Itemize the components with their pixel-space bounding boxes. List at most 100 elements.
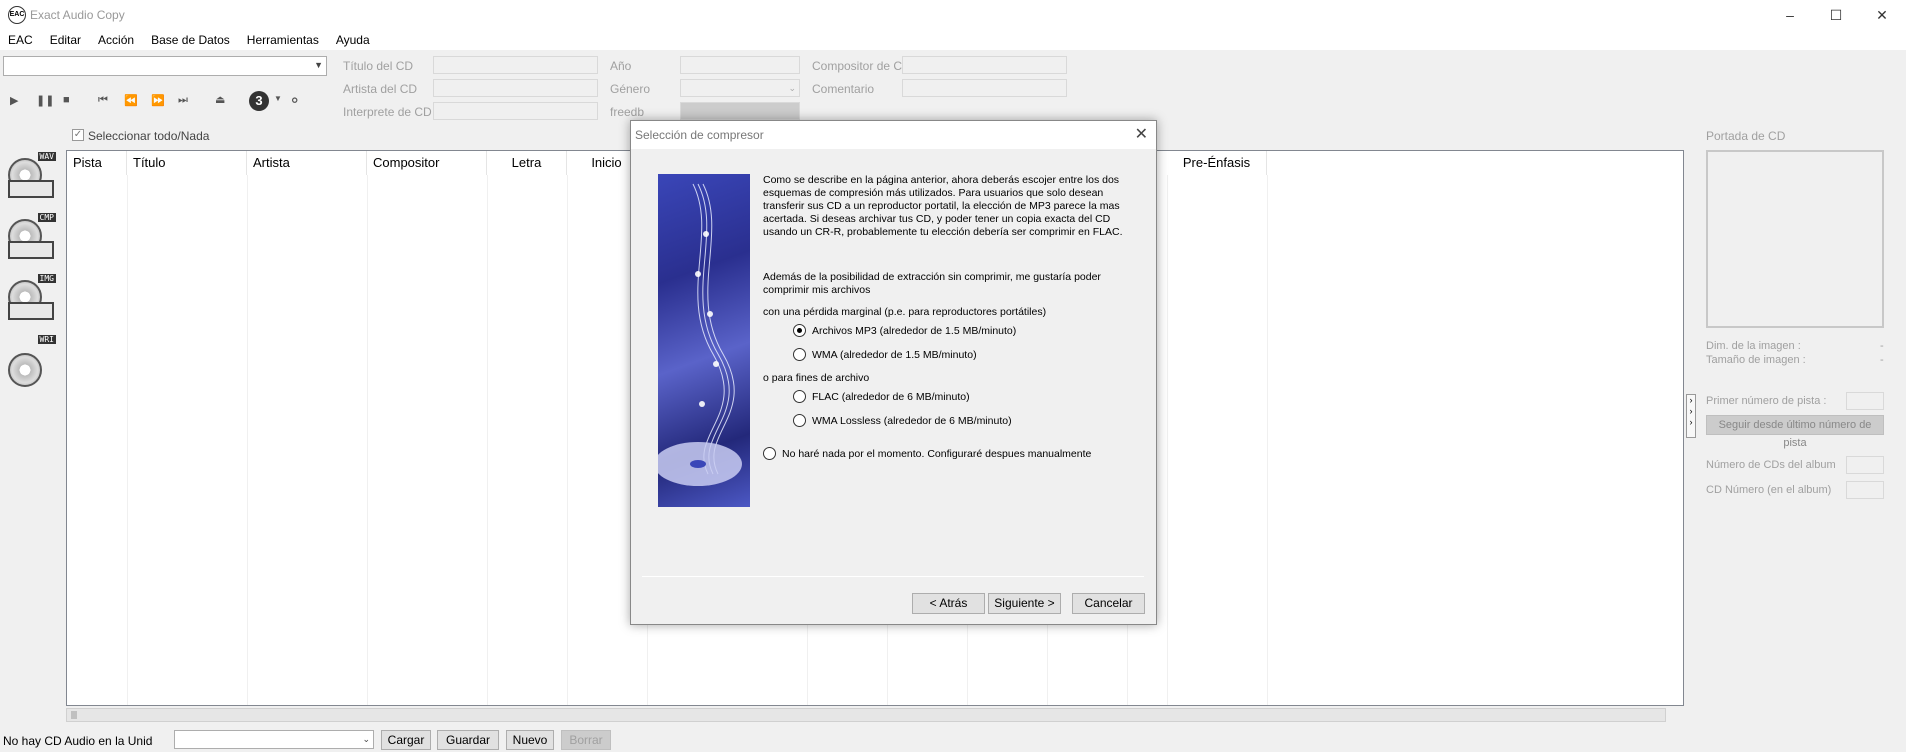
archive-heading: o para fines de archivo xyxy=(763,372,870,384)
radio-mp3[interactable] xyxy=(793,324,806,337)
radio-wma-lossless[interactable] xyxy=(793,414,806,427)
status-text: No hay CD Audio en la Unida xyxy=(3,734,153,748)
first-track-icon[interactable]: ⏮ xyxy=(98,94,108,107)
app-logo-icon: EAC xyxy=(8,6,26,24)
guardar-button[interactable]: Guardar xyxy=(437,730,499,750)
drive-icon xyxy=(8,302,54,320)
comentario-label: Comentario xyxy=(812,82,875,96)
column-divider xyxy=(367,175,368,705)
option-wma[interactable]: WMA (alrededor de 1.5 MB/minuto) xyxy=(793,348,977,361)
col-compositor[interactable]: Compositor xyxy=(367,151,487,175)
pause-icon[interactable]: ❚❚ xyxy=(36,94,54,107)
forward-icon[interactable]: ⏩ xyxy=(151,94,165,107)
column-divider xyxy=(1267,175,1268,705)
num-cds-label: Número de CDs del album xyxy=(1706,459,1836,471)
titulo-field[interactable] xyxy=(433,56,598,74)
num-cds-field[interactable] xyxy=(1846,456,1884,474)
option-flac[interactable]: FLAC (alrededor de 6 MB/minuto) xyxy=(793,390,970,403)
menu-ayuda[interactable]: Ayuda xyxy=(336,33,370,47)
borrar-button[interactable]: Borrar xyxy=(561,730,611,750)
col-pista[interactable]: Pista xyxy=(67,151,127,175)
disc-number-badge[interactable]: 3 xyxy=(249,91,269,111)
panel-toggle-button[interactable]: › › › xyxy=(1686,394,1696,438)
wav-tag: WAV xyxy=(37,152,56,161)
col-pre-enfasis[interactable]: Pre-Énfasis xyxy=(1167,151,1267,175)
write-cd-icon[interactable]: WRI xyxy=(6,335,56,387)
next-button[interactable]: Siguiente > xyxy=(988,593,1061,614)
select-all-checkbox[interactable]: ✓ xyxy=(72,129,84,141)
cd-numero-field[interactable] xyxy=(1846,481,1884,499)
option-wma-label: WMA (alrededor de 1.5 MB/minuto) xyxy=(812,348,977,361)
menu-editar[interactable]: Editar xyxy=(50,33,81,47)
compositor-field[interactable] xyxy=(902,56,1067,74)
extract-compressed-icon[interactable]: CMP xyxy=(6,213,56,265)
cancel-button[interactable]: Cancelar xyxy=(1072,593,1145,614)
last-track-icon[interactable]: ⏭ xyxy=(178,94,188,107)
rewind-icon[interactable]: ⏪ xyxy=(124,94,138,107)
option-wma-lossless[interactable]: WMA Lossless (alrededor de 6 MB/minuto) xyxy=(793,414,1012,427)
freedb-select[interactable] xyxy=(680,102,800,120)
drive-select[interactable]: ▼ xyxy=(3,56,327,76)
column-divider xyxy=(247,175,248,705)
drive-icon xyxy=(8,241,54,259)
tam-imagen-label: Tamaño de imagen : xyxy=(1706,354,1806,366)
option-none[interactable]: No haré nada por el momento. Configuraré… xyxy=(763,447,1091,460)
column-divider xyxy=(1167,175,1168,705)
play-icon[interactable]: ▶ xyxy=(10,94,18,107)
primer-numero-field[interactable] xyxy=(1846,392,1884,410)
option-mp3[interactable]: Archivos MP3 (alrededor de 1.5 MB/minuto… xyxy=(793,324,1016,337)
nuevo-button[interactable]: Nuevo xyxy=(506,730,554,750)
cover-image-box[interactable] xyxy=(1706,150,1884,328)
minimize-button[interactable]: – xyxy=(1767,0,1813,30)
img-tag: IMG xyxy=(37,274,56,283)
extract-wav-icon[interactable]: WAV xyxy=(6,152,56,204)
freedb-label: freedb xyxy=(610,105,645,119)
seguir-ultimo-numero-button[interactable]: Seguir desde último número de pista xyxy=(1706,415,1884,449)
chevron-down-icon: ⌄ xyxy=(788,83,796,93)
dim-imagen-value: - xyxy=(1880,340,1884,352)
radio-wma[interactable] xyxy=(793,348,806,361)
artista-field[interactable] xyxy=(433,79,598,97)
title-bar: EAC Exact Audio Copy – ☐ ✕ xyxy=(0,0,1906,30)
col-letra[interactable]: Letra xyxy=(487,151,567,175)
col-titulo[interactable]: Título xyxy=(127,151,247,175)
menu-accion[interactable]: Acción xyxy=(98,33,134,47)
maximize-button[interactable]: ☐ xyxy=(1813,0,1859,30)
eject-icon[interactable]: ⏏ xyxy=(215,93,225,106)
titulo-label: Título del CD xyxy=(343,59,414,73)
dialog-also-text: Además de la posibilidad de extracción s… xyxy=(763,271,1101,296)
drive-icon xyxy=(8,180,54,198)
music-notes-illustration xyxy=(658,183,742,486)
radio-none[interactable] xyxy=(763,447,776,460)
dialog-close-icon[interactable]: ✕ xyxy=(1135,124,1148,144)
interprete-field[interactable] xyxy=(433,102,598,120)
menu-herramientas[interactable]: Herramientas xyxy=(247,33,319,47)
copy-image-icon[interactable]: IMG xyxy=(6,274,56,326)
cargar-button[interactable]: Cargar xyxy=(381,730,431,750)
anio-field[interactable] xyxy=(680,56,800,74)
genero-label: Género xyxy=(610,82,651,96)
select-all-label: Seleccionar todo/Nada xyxy=(88,129,210,143)
menu-base-de-datos[interactable]: Base de Datos xyxy=(151,33,230,47)
artista-label: Artista del CD xyxy=(343,82,418,96)
wri-tag: WRI xyxy=(37,335,56,344)
back-button[interactable]: < Atrás xyxy=(912,593,985,614)
col-artista[interactable]: Artista xyxy=(247,151,367,175)
menu-eac[interactable]: EAC xyxy=(8,33,33,47)
status-select[interactable]: ⌄ xyxy=(174,730,374,749)
horizontal-scrollbar[interactable] xyxy=(66,708,1666,722)
radio-flac[interactable] xyxy=(793,390,806,403)
option-none-label: No haré nada por el momento. Configuraré… xyxy=(782,447,1092,460)
scroll-thumb[interactable] xyxy=(71,711,77,719)
dialog-title-bar: Selección de compresor ✕ xyxy=(631,121,1156,149)
disc-dropdown-icon[interactable]: ▼ xyxy=(274,94,282,103)
cmp-tag: CMP xyxy=(37,213,56,222)
status-bar: No hay CD Audio en la Unida ⌄ Cargar Gua… xyxy=(0,728,1906,752)
close-button[interactable]: ✕ xyxy=(1859,0,1905,30)
comentario-field[interactable] xyxy=(902,79,1067,97)
anio-label: Año xyxy=(610,59,632,73)
drive-tray-icon[interactable]: ⚬ xyxy=(288,91,301,111)
genero-select[interactable]: ⌄ xyxy=(680,79,800,97)
stop-icon[interactable]: ■ xyxy=(63,94,70,106)
lossy-heading: con una pérdida marginal (p.e. para repr… xyxy=(763,306,1047,318)
